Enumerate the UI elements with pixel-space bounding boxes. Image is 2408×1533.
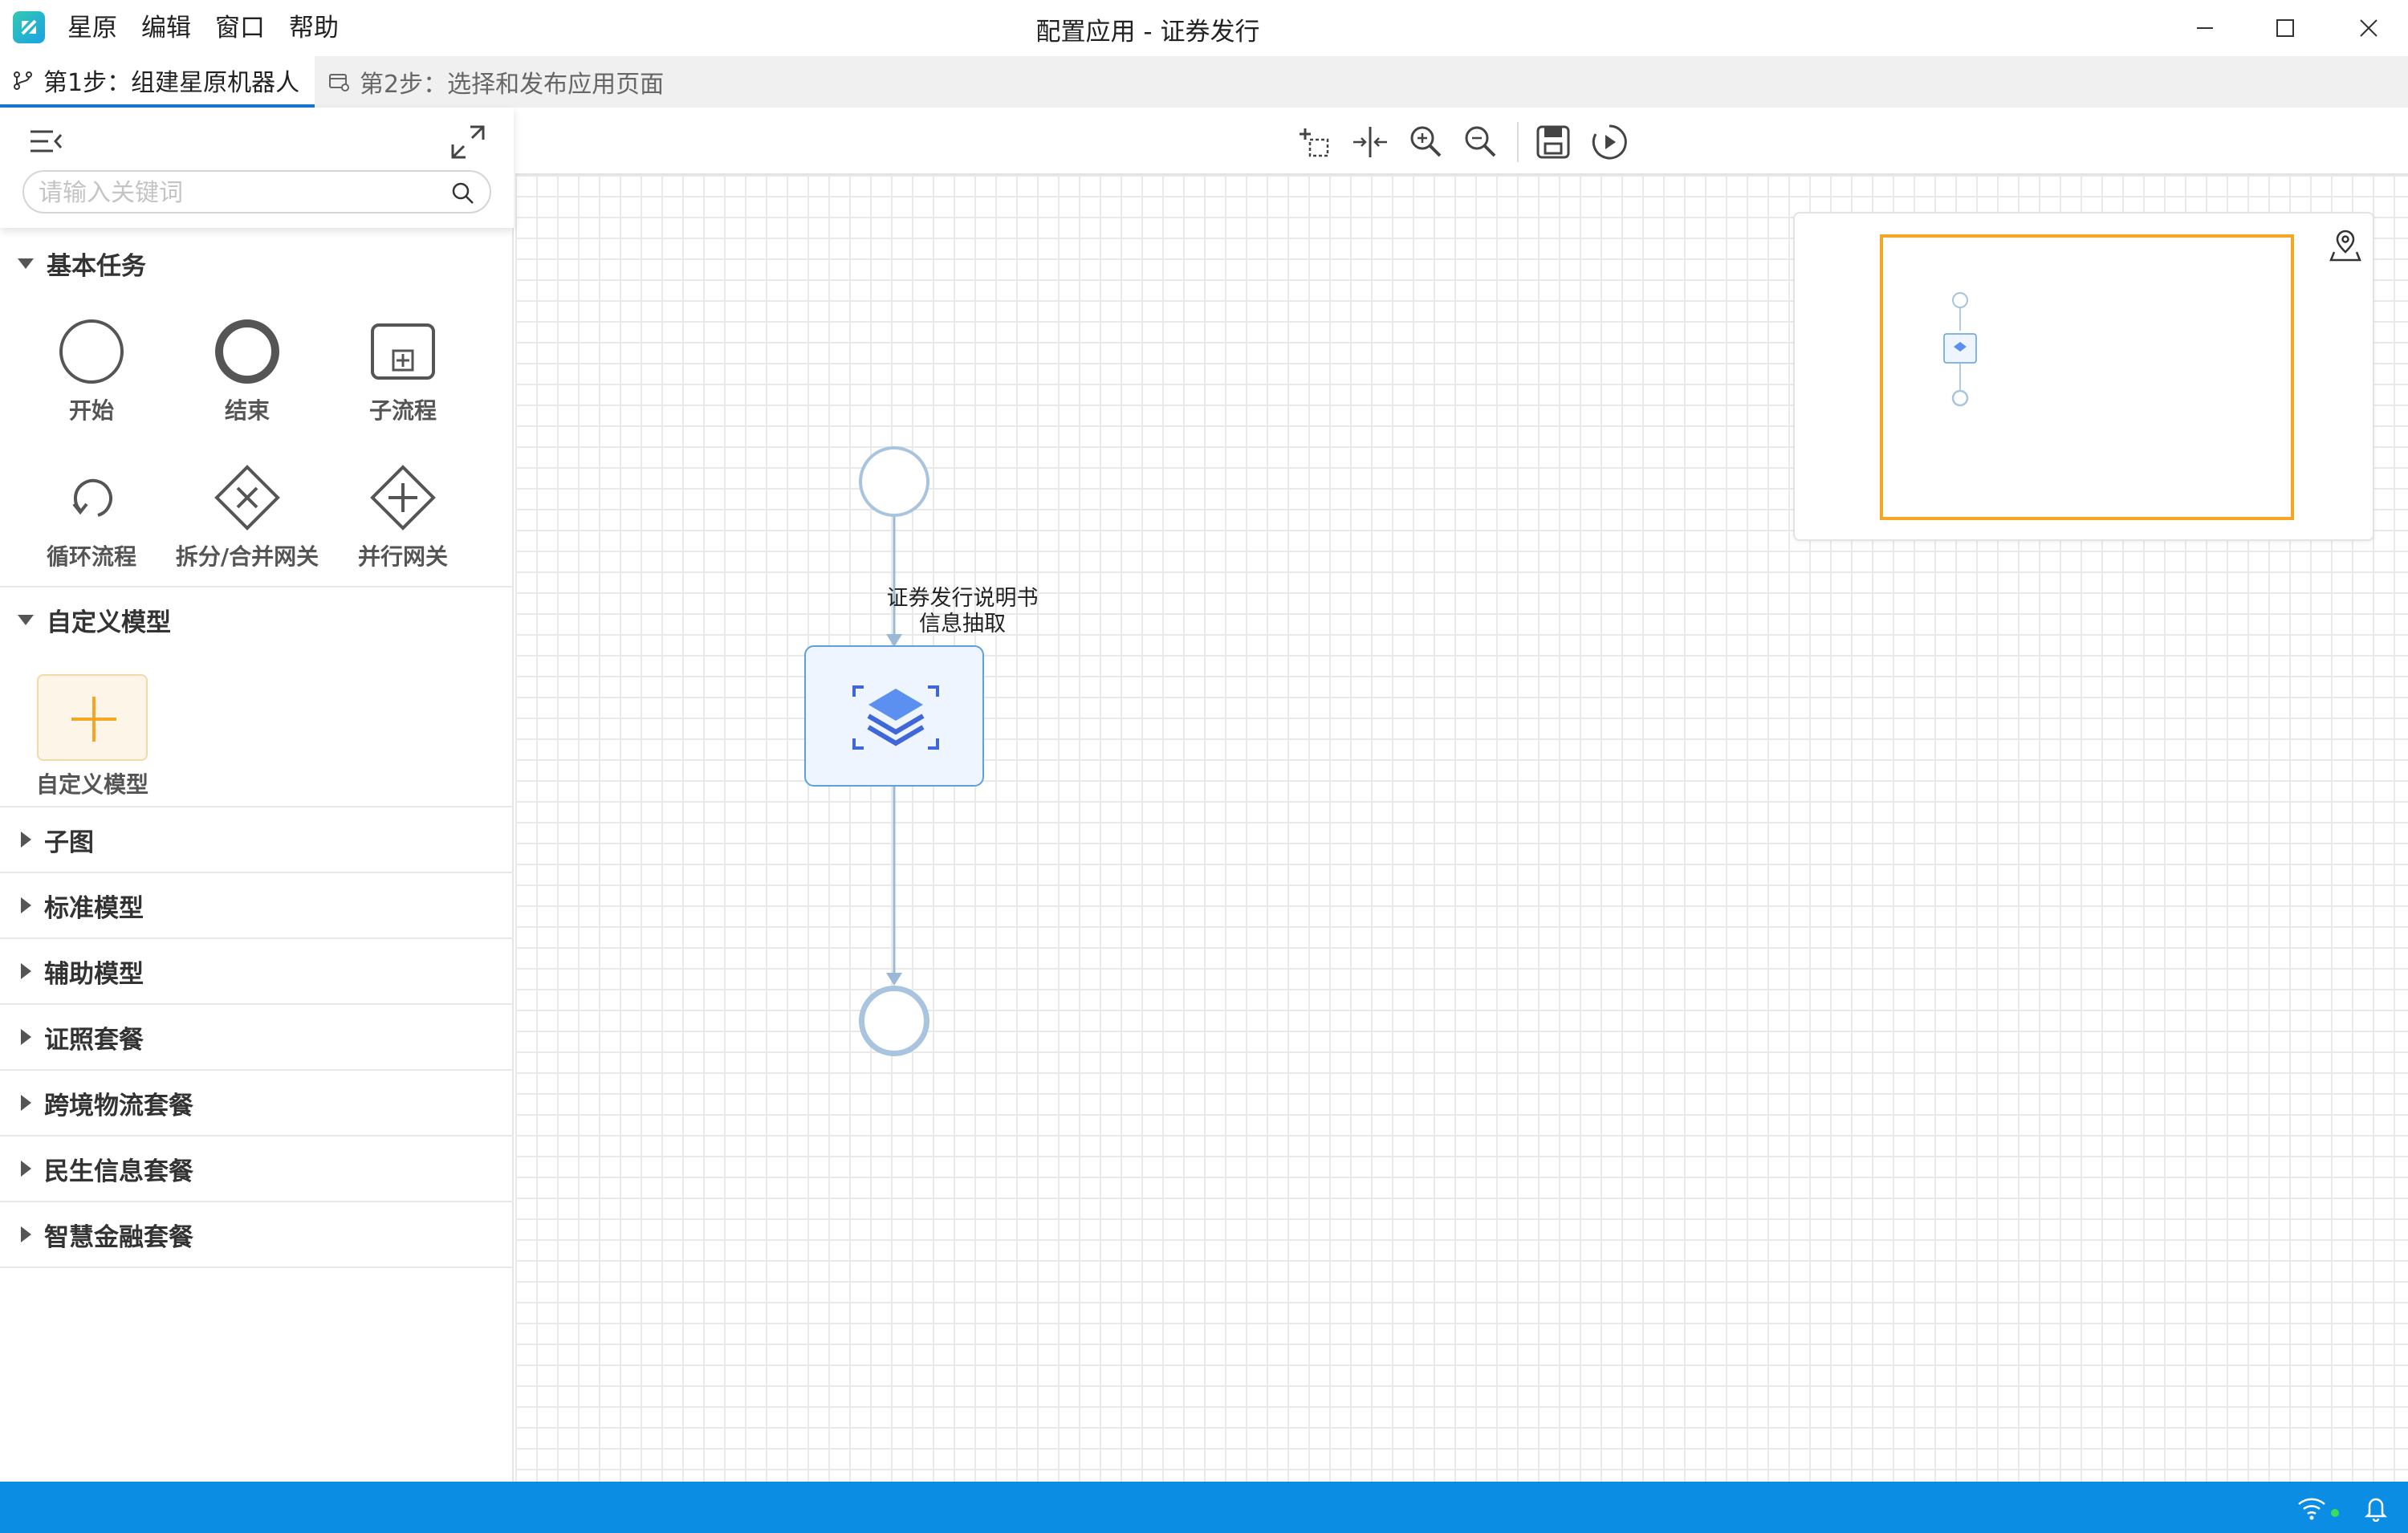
task-node-extraction[interactable] [804, 645, 984, 787]
section-auxiliary-models[interactable]: 辅助模型 [0, 939, 514, 1003]
section-subgraph[interactable]: 子图 [0, 807, 514, 872]
minimize-icon [2197, 27, 2213, 29]
end-node[interactable] [859, 986, 929, 1056]
search-box [22, 170, 491, 213]
section-license-package[interactable]: 证照套餐 [0, 1005, 514, 1069]
tool-label: 拆分/合并网关 [175, 543, 319, 570]
tab-step-2[interactable]: 第2步：选择和发布应用页面 [327, 56, 664, 108]
subprocess-icon [371, 323, 435, 380]
tool-loop[interactable]: 循环流程 [13, 457, 170, 571]
wifi-icon [2298, 1498, 2325, 1520]
tool-start[interactable]: 开始 [13, 311, 170, 425]
collapsed-caret-icon [21, 1226, 31, 1242]
tool-exclusive-gateway[interactable]: 拆分/合并网关 [169, 457, 326, 571]
section-title: 标准模型 [44, 893, 144, 923]
section-title: 辅助模型 [44, 959, 144, 989]
section-title: 民生信息套餐 [44, 1157, 193, 1186]
fullscreen-icon[interactable] [449, 124, 486, 161]
tool-label: 开始 [68, 397, 114, 424]
maximize-button[interactable] [2257, 8, 2313, 48]
zoom-in-icon[interactable] [1406, 122, 1446, 162]
add-custom-model-button[interactable] [37, 674, 148, 761]
close-icon [2360, 19, 2377, 37]
title-bar: 星原 编辑 窗口 帮助 配置应用 - 证券发行 [0, 0, 2408, 56]
section-title: 跨境物流套餐 [44, 1091, 193, 1120]
map-pin-icon[interactable] [2328, 228, 2363, 263]
align-icon[interactable] [1350, 122, 1390, 162]
task-node-label-line1: 证券发行说明书 [886, 586, 1039, 611]
collapsed-caret-icon [21, 897, 31, 913]
search-icon[interactable] [451, 181, 475, 205]
collapsed-caret-icon [21, 1029, 31, 1045]
collapse-panel-icon[interactable] [29, 127, 64, 156]
loop-icon [72, 478, 112, 517]
step-tab-bar: 第1步：组建星原机器人 第2步：选择和发布应用页面 [0, 56, 2408, 108]
component-panel: 基本任务 开始 结束 子流程 循环流程 拆 [0, 108, 514, 1482]
window-title: 配置应用 - 证券发行 [1035, 18, 1260, 47]
tool-label: 循环流程 [46, 543, 136, 570]
section-livelihood-info[interactable]: 民生信息套餐 [0, 1137, 514, 1201]
tool-label: 并行网关 [357, 543, 448, 570]
expanded-caret-icon [18, 614, 34, 625]
zoom-out-icon[interactable] [1461, 122, 1501, 162]
tool-label: 自定义模型 [35, 771, 148, 798]
task-node-label: 证券发行说明书 信息抽取 [798, 586, 1127, 637]
section-smart-finance[interactable]: 智慧金融套餐 [0, 1202, 514, 1267]
expanded-caret-icon [18, 258, 34, 269]
branch-icon [14, 71, 32, 90]
tool-subprocess[interactable]: 子流程 [324, 311, 482, 425]
tool-label: 子流程 [368, 397, 437, 424]
minimap[interactable] [1793, 212, 2374, 541]
end-event-icon [215, 319, 279, 384]
plus-icon [71, 697, 116, 742]
layers-scan-icon [852, 685, 939, 750]
section-cross-border-logistics[interactable]: 跨境物流套餐 [0, 1071, 514, 1135]
flow-canvas[interactable]: 证券发行说明书 信息抽取 [515, 108, 2408, 1482]
online-status-dot [2331, 1509, 2339, 1517]
start-node[interactable] [859, 446, 929, 517]
maximize-icon [2276, 19, 2294, 37]
task-node-label-line2: 信息抽取 [919, 612, 1006, 636]
parallel-gateway-icon [370, 465, 436, 531]
notification-bell-icon[interactable] [2363, 1494, 2389, 1522]
start-event-icon [59, 319, 124, 384]
tool-parallel-gateway[interactable]: 并行网关 [324, 457, 482, 571]
search-input[interactable] [39, 177, 440, 209]
collapsed-caret-icon [21, 1095, 31, 1111]
close-button[interactable] [2341, 8, 2397, 48]
section-standard-models[interactable]: 标准模型 [0, 873, 514, 937]
divider [0, 1267, 514, 1268]
page-settings-icon [329, 74, 349, 91]
collapsed-caret-icon [21, 832, 31, 848]
status-bar [0, 1482, 2408, 1533]
tab-step-1-label: 第1步：组建星原机器人 [43, 69, 300, 97]
section-title: 自定义模型 [47, 608, 171, 637]
search-card [0, 108, 514, 228]
collapsed-caret-icon [21, 1161, 31, 1177]
section-custom-models[interactable]: 自定义模型 [0, 588, 514, 652]
toolbar-separator [1517, 122, 1519, 162]
tab-step-2-label: 第2步：选择和发布应用页面 [360, 71, 665, 99]
section-title: 智慧金融套餐 [44, 1222, 193, 1252]
run-icon[interactable] [1589, 122, 1629, 162]
section-basic-tasks[interactable]: 基本任务 [0, 231, 514, 295]
minimize-button[interactable] [2177, 8, 2233, 48]
collapsed-caret-icon [21, 963, 31, 979]
section-title: 证照套餐 [44, 1025, 144, 1055]
section-title: 子图 [44, 827, 94, 857]
section-title: 基本任务 [47, 251, 146, 281]
exclusive-gateway-icon [214, 465, 280, 531]
tab-step-1[interactable]: 第1步：组建星原机器人 [0, 56, 315, 108]
minimap-preview [1943, 292, 1977, 407]
tool-end[interactable]: 结束 [169, 311, 326, 425]
tool-label: 结束 [224, 397, 270, 424]
save-icon[interactable] [1533, 122, 1573, 162]
